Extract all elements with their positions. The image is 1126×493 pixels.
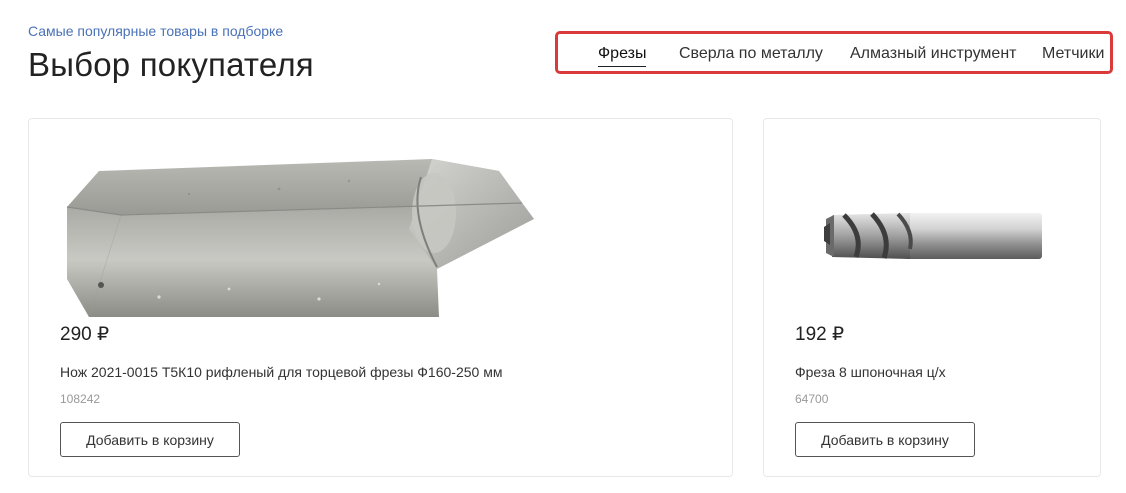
end-mill-cutter-image[interactable]	[764, 119, 1102, 324]
product-card[interactable]: 290 ₽ Нож 2021-0015 Т5К10 рифленый для т…	[28, 118, 733, 477]
tab-frezy[interactable]: Фрезы	[598, 45, 647, 67]
product-name[interactable]: Фреза 8 шпоночная ц/х	[795, 364, 946, 380]
tab-metchiki[interactable]: Метчики	[1042, 45, 1104, 66]
tab-sverla-po-metallu[interactable]: Сверла по металлу	[679, 45, 823, 66]
product-price: 192 ₽	[795, 324, 845, 345]
product-card[interactable]: 192 ₽ Фреза 8 шпоночная ц/х 64700 Добави…	[763, 118, 1101, 477]
carbide-knife-blade-image[interactable]	[29, 119, 734, 324]
tab-almaznyi-instrument[interactable]: Алмазный инструмент	[850, 45, 1016, 66]
product-sku: 64700	[795, 392, 829, 406]
section-title: Выбор покупателя	[28, 46, 314, 83]
product-price: 290 ₽	[60, 324, 110, 345]
section-subtitle: Самые популярные товары в подборке	[28, 23, 284, 39]
product-sku: 108242	[60, 392, 101, 406]
add-to-cart-button[interactable]: Добавить в корзину	[60, 422, 240, 457]
category-tabs: Фрезы Сверла по металлу Алмазный инструм…	[555, 31, 1113, 74]
product-name[interactable]: Нож 2021-0015 Т5К10 рифленый для торцево…	[60, 364, 502, 380]
add-to-cart-button[interactable]: Добавить в корзину	[795, 422, 975, 457]
